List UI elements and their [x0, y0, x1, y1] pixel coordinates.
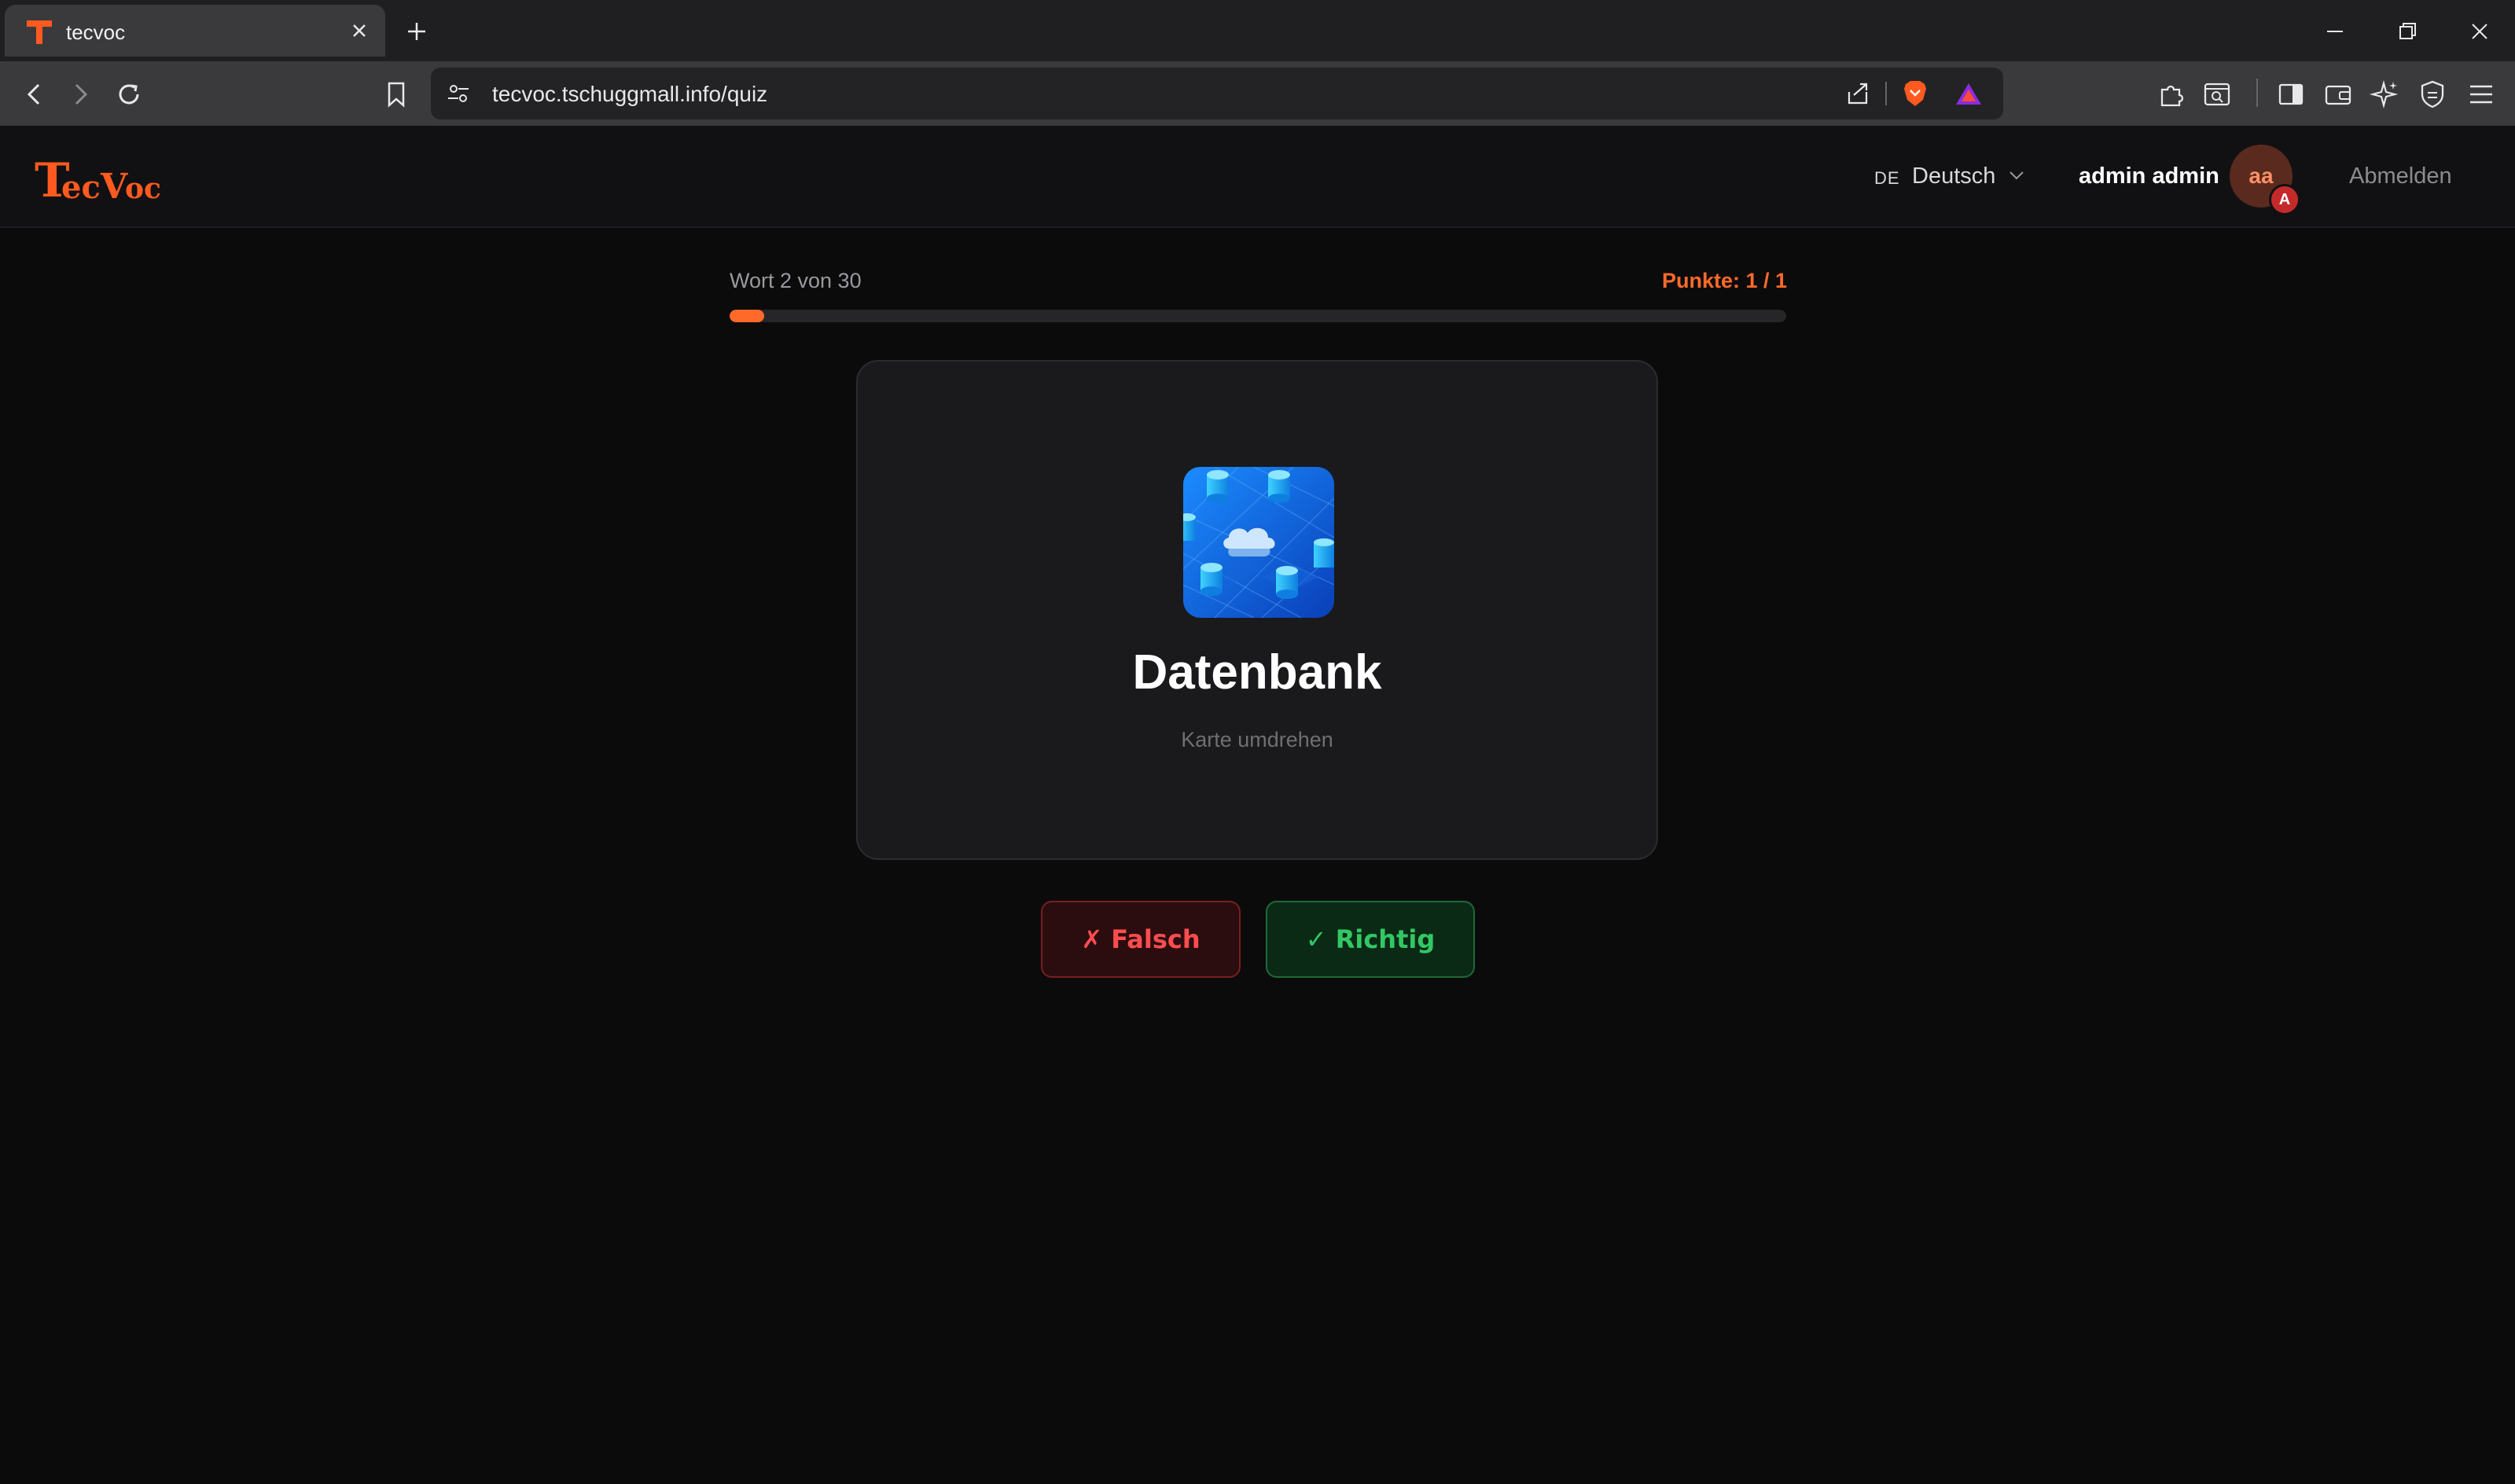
right-button[interactable]: ✓ Richtig: [1266, 901, 1475, 978]
score-label: Punkte: 1 / 1: [1661, 269, 1787, 292]
progress-bar-fill: [730, 310, 765, 322]
brave-rewards-icon[interactable]: [1953, 79, 1984, 110]
browser-tab[interactable]: tecvoc: [5, 5, 385, 57]
progress-bar: [730, 310, 1786, 322]
flashcard[interactable]: Datenbank Karte umdrehen: [856, 360, 1658, 860]
tab-title: tecvoc: [66, 20, 126, 44]
admin-badge: A: [2269, 184, 2300, 215]
tab-close-icon[interactable]: [344, 16, 374, 46]
chevron-down-icon[interactable]: [2006, 165, 2027, 186]
url-text[interactable]: tecvoc.tschuggmall.info/quiz: [492, 82, 767, 107]
restore-window-icon[interactable]: [2390, 14, 2425, 49]
svg-text:oc: oc: [125, 172, 160, 204]
vpn-shield-icon[interactable]: [2415, 77, 2450, 112]
leo-ai-sparkle-icon[interactable]: [2368, 77, 2403, 112]
address-bar[interactable]: tecvoc.tschuggmall.info/quiz: [431, 68, 2003, 119]
username: admin admin: [2079, 163, 2219, 189]
svg-text:V: V: [100, 167, 128, 204]
app-header: T ec V oc DE Deutsch admin admin aa A Ab…: [0, 126, 2515, 228]
tecvoc-logo[interactable]: T ec V oc: [35, 152, 160, 204]
toolbar-divider: [2256, 79, 2258, 107]
browser-tab-bar: tecvoc: [0, 0, 2515, 61]
tecvoc-favicon-icon: [24, 16, 55, 47]
bookmark-icon[interactable]: [379, 77, 414, 112]
browser-toolbar: tecvoc.tschuggmall.info/quiz: [0, 61, 2515, 126]
cloud-database-image: [1183, 467, 1334, 618]
wallet-icon[interactable]: [2321, 77, 2355, 112]
svg-text:ec: ec: [61, 169, 101, 204]
back-arrow-icon[interactable]: [17, 77, 52, 112]
logout-link[interactable]: Abmelden: [2349, 163, 2452, 189]
progress-label: Wort 2 von 30: [730, 269, 862, 292]
wrong-button[interactable]: ✗ Falsch: [1041, 901, 1241, 978]
extensions-puzzle-icon[interactable]: [2154, 77, 2189, 112]
reload-icon[interactable]: [112, 77, 146, 112]
sidebar-toggle-icon[interactable]: [2274, 77, 2308, 112]
flip-card-hint[interactable]: Karte umdrehen: [858, 728, 1656, 752]
forward-arrow-icon[interactable]: [63, 77, 97, 112]
share-icon[interactable]: [1844, 79, 1873, 108]
page-search-icon[interactable]: [2200, 77, 2234, 112]
vocab-word: Datenbank: [1132, 645, 1382, 700]
divider: [1885, 82, 1887, 105]
brave-shields-icon[interactable]: [1899, 78, 1931, 109]
language-selector[interactable]: Deutsch: [1912, 163, 1995, 189]
language-code[interactable]: DE: [1874, 168, 1900, 189]
menu-hamburger-icon[interactable]: [2464, 77, 2498, 112]
close-window-icon[interactable]: [2462, 14, 2497, 49]
site-settings-icon[interactable]: [445, 80, 472, 107]
new-tab-plus-icon[interactable]: [399, 14, 434, 49]
minimize-window-icon[interactable]: [2318, 14, 2352, 49]
